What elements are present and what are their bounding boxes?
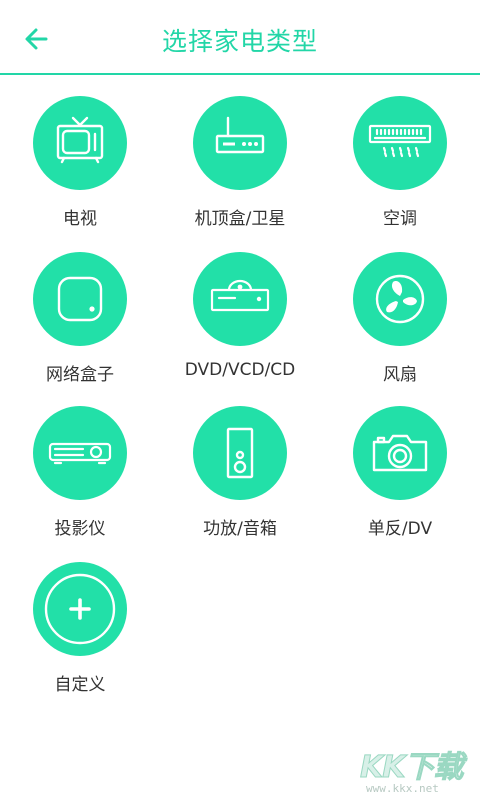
device-label: 风扇 (383, 365, 417, 385)
device-item-air-conditioner[interactable]: 空调 (320, 76, 480, 232)
device-item-fan[interactable]: 风扇 (320, 232, 480, 388)
device-label: 网络盒子 (46, 365, 114, 385)
device-label: 机顶盒/卫星 (194, 209, 286, 229)
speaker-icon (226, 427, 254, 479)
add-icon (44, 573, 116, 645)
projector-icon (48, 442, 112, 465)
device-label: 单反/DV (367, 519, 433, 539)
device-label: 电视 (63, 209, 97, 229)
device-item-custom[interactable]: 自定义 (0, 542, 160, 698)
app-header: 选择家电类型 (0, 0, 480, 76)
device-label: DVD/VCD/CD (184, 360, 296, 380)
set-top-box-icon (215, 116, 265, 154)
device-label: 空调 (383, 209, 417, 229)
network-box-icon (57, 276, 103, 322)
device-item-network-box[interactable]: 网络盒子 (0, 232, 160, 388)
fan-icon (375, 274, 425, 324)
air-conditioner-icon (368, 124, 432, 158)
watermark-logo: KK下载 (360, 750, 464, 786)
device-item-projector[interactable]: 投影仪 (0, 386, 160, 542)
camera-icon (372, 434, 428, 472)
device-label: 功放/音箱 (203, 519, 277, 539)
watermark-url: www.kkx.net (366, 782, 439, 795)
device-label: 自定义 (54, 675, 106, 695)
device-item-set-top-box[interactable]: 机顶盒/卫星 (160, 76, 320, 232)
device-item-dvd[interactable]: DVD/VCD/CD (160, 232, 320, 388)
device-item-speaker[interactable]: 功放/音箱 (160, 386, 320, 542)
device-label: 投影仪 (54, 519, 106, 539)
tv-icon (56, 116, 104, 164)
device-item-camera[interactable]: 单反/DV (320, 386, 480, 542)
device-item-tv[interactable]: 电视 (0, 76, 160, 232)
dvd-player-icon (210, 279, 270, 312)
page-title: 选择家电类型 (161, 27, 318, 56)
header-divider (0, 73, 480, 75)
watermark: KK下载 www.kkx.net (352, 742, 480, 800)
